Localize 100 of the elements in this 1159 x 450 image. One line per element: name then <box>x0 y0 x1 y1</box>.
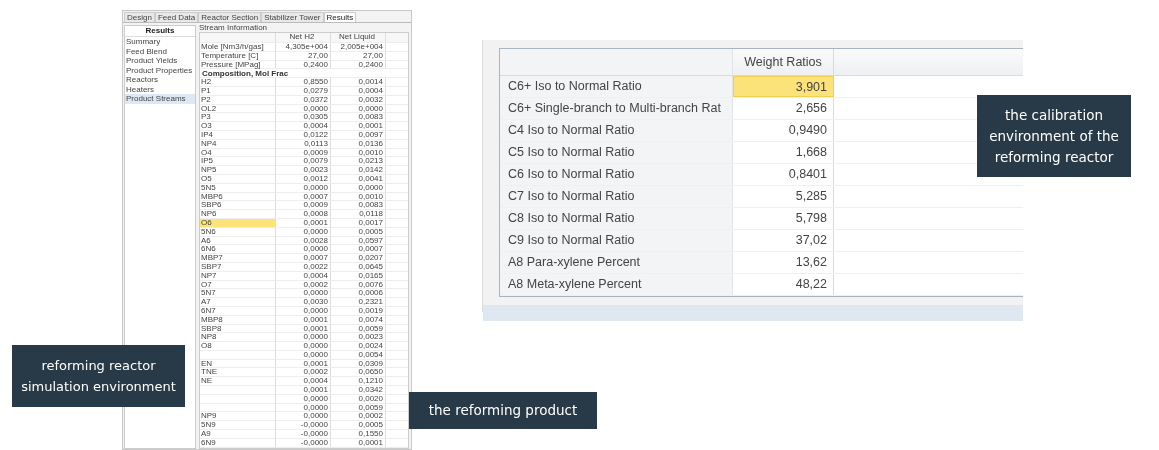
table-cell: 5,798 <box>733 208 834 229</box>
table-cell: 0,0000 <box>276 333 331 342</box>
table-cell: 0,0076 <box>331 280 386 289</box>
table-cell: 0,0004 <box>276 271 331 280</box>
table-cell: 0,0005 <box>331 421 386 430</box>
table-cell: -0,0000 <box>276 430 331 438</box>
sidebar-item[interactable]: Summary <box>125 37 195 47</box>
table-cell: 0,0007 <box>276 192 331 201</box>
table-cell: 0,0023 <box>331 333 386 342</box>
table-cell: 0,9490 <box>733 120 834 141</box>
tab[interactable]: Reactor Section <box>198 12 262 22</box>
tab[interactable]: Results <box>323 12 357 22</box>
sidebar-item[interactable]: Reactors <box>125 75 195 85</box>
row-label: MBP7 <box>200 254 276 262</box>
row-label: NP6 <box>200 210 276 218</box>
callout-label: reforming reactor simulation environment <box>12 345 185 407</box>
table-cell: 0,0000 <box>276 183 331 192</box>
table-cell: 0,0645 <box>331 262 386 271</box>
table-cell: 0,1210 <box>331 377 386 386</box>
row-label: C6+ Single-branch to Multi-branch Rat <box>500 98 733 119</box>
table-cell: 0,0028 <box>276 236 331 245</box>
table-cell: 0,0001 <box>276 359 331 368</box>
table-cell: 3,901 <box>733 76 834 97</box>
table-cell: 0,0305 <box>276 113 331 122</box>
table-cell: 0,0002 <box>331 412 386 421</box>
row-label: A6 <box>200 236 276 245</box>
table-cell: 0,0010 <box>331 148 386 157</box>
row-label: TNE <box>200 368 276 377</box>
row-label: 5N6 <box>200 227 276 236</box>
column-header: Net H2 <box>276 33 331 42</box>
row-label: C7 Iso to Normal Ratio <box>500 186 733 207</box>
tab[interactable]: Design <box>124 12 155 22</box>
table-cell: 0,0000 <box>276 306 331 315</box>
tab[interactable]: Feed Data <box>154 12 199 22</box>
table-cell: 0,0000 <box>276 394 331 403</box>
row-label: NP7 <box>200 271 276 280</box>
table-cell: 0,0309 <box>331 359 386 368</box>
table-cell: 0,0000 <box>276 412 331 421</box>
table-cell: 0,0001 <box>276 386 331 394</box>
table-cell: 0,0008 <box>276 210 331 218</box>
row-label: SBP8 <box>200 324 276 333</box>
table-cell: 48,22 <box>733 274 834 295</box>
table-cell: 0,0000 <box>276 342 331 350</box>
group-title: Stream Information <box>199 23 269 32</box>
row-label: IP5 <box>200 157 276 166</box>
table-cell: 0,0017 <box>331 218 386 227</box>
table-cell: 0,0001 <box>276 218 331 227</box>
sidebar-item[interactable]: Product Properties <box>125 65 195 75</box>
callout-label: the reforming product <box>409 392 597 429</box>
sidebar-item[interactable]: Product Streams <box>125 94 195 104</box>
table-cell: 0,0019 <box>331 306 386 315</box>
row-label: A7 <box>200 298 276 306</box>
table-cell: 0,0022 <box>276 262 331 271</box>
row-label: C8 Iso to Normal Ratio <box>500 208 733 229</box>
table-cell: 4,305e+004 <box>276 43 331 51</box>
table-cell: 0,0002 <box>276 368 331 377</box>
table-cell: 5,285 <box>733 186 834 207</box>
table-cell: 37,02 <box>733 230 834 251</box>
table-cell: 0,0083 <box>331 113 386 122</box>
row-label: O8 <box>200 342 276 350</box>
table-cell: 0,0010 <box>331 192 386 201</box>
table-cell: 0,0097 <box>331 130 386 139</box>
sidebar-item[interactable]: Feed Blend <box>125 46 195 56</box>
table-cell: 0,0001 <box>331 438 386 447</box>
table-cell: 0,0001 <box>276 324 331 333</box>
row-label: O6 <box>200 218 276 227</box>
table-cell: 0,0014 <box>331 78 386 86</box>
table-cell: 0,0002 <box>276 280 331 289</box>
row-label: NP4 <box>200 139 276 148</box>
callout-label: the calibration environment of the reforming reactor <box>977 95 1131 177</box>
table-cell: 0,0054 <box>331 350 386 359</box>
table-cell: 0,0650 <box>331 368 386 377</box>
table-cell: 13,62 <box>733 252 834 273</box>
table-cell: 0,0000 <box>276 104 331 113</box>
table-cell: 1,668 <box>733 142 834 163</box>
row-label: O5 <box>200 174 276 183</box>
row-label: EN <box>200 359 276 368</box>
table-cell: 0,0001 <box>331 122 386 130</box>
row-label: P1 <box>200 87 276 95</box>
table-cell: 0,0032 <box>331 95 386 104</box>
row-label: Temperature [C] <box>200 51 276 60</box>
row-label: 6N6 <box>200 245 276 254</box>
section-header: Composition, Mol Frac <box>201 68 289 78</box>
row-label: NP5 <box>200 166 276 174</box>
table-cell: 0,0000 <box>331 104 386 113</box>
sidebar-item[interactable]: Heaters <box>125 84 195 94</box>
table-cell: 0,0142 <box>331 166 386 174</box>
row-label: P3 <box>200 113 276 122</box>
row-label: O7 <box>200 280 276 289</box>
row-label: NP8 <box>200 333 276 342</box>
table-cell: 0,0597 <box>331 236 386 245</box>
row-label: NE <box>200 377 276 386</box>
table-cell: 0,0122 <box>276 130 331 139</box>
tab[interactable]: Stabilizer Tower <box>261 12 324 22</box>
row-label: H2 <box>200 78 276 86</box>
row-label: MBP8 <box>200 315 276 324</box>
table-cell: 27,00 <box>276 51 331 60</box>
row-label: IP4 <box>200 130 276 139</box>
table-cell: 0,0136 <box>331 139 386 148</box>
sidebar-item[interactable]: Product Yields <box>125 56 195 66</box>
